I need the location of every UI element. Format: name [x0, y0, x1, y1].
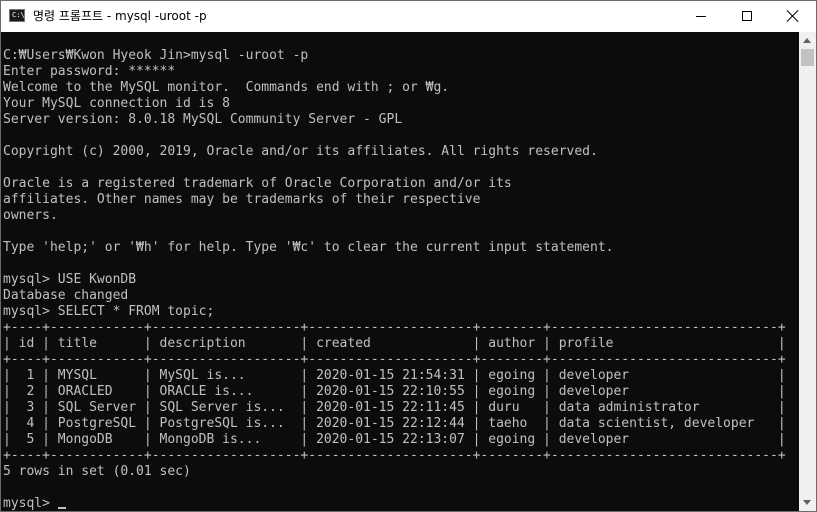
console-output-area[interactable]: C:₩Users₩Kwon Hyeok Jin>mysql -uroot -p E… [2, 32, 799, 511]
console-line: Database changed [3, 288, 129, 303]
command-prompt-icon[interactable]: C:\ [9, 9, 25, 22]
console-line: affiliates. Other names may be trademark… [3, 192, 481, 207]
maximize-icon [742, 11, 752, 21]
close-icon [786, 9, 800, 23]
table-row: | 1 | MYSQL | MySQL is... | 2020-01-15 2… [3, 368, 786, 383]
prompt-line[interactable]: mysql> [3, 496, 786, 511]
window-title: 명령 프롬프트 - mysql -uroot -p [33, 9, 207, 23]
console-line: Type 'help;' or '₩h' for help. Type '₩c'… [3, 240, 614, 255]
console-line: C:₩Users₩Kwon Hyeok Jin>mysql -uroot -p [3, 48, 309, 63]
console-line: 5 rows in set (0.01 sec) [3, 464, 191, 479]
minimize-button[interactable] [678, 1, 724, 32]
console-text: C:₩Users₩Kwon Hyeok Jin>mysql -uroot -p E… [3, 48, 786, 511]
minimize-icon [696, 16, 706, 17]
scroll-up-arrow-icon[interactable] [799, 32, 816, 49]
table-header-row: | id | title | description | created | a… [3, 336, 786, 351]
table-border-line: +----+------------+-------------------+-… [3, 448, 786, 463]
console-line: Oracle is a registered trademark of Orac… [3, 176, 512, 191]
console-line: Enter password: ****** [3, 64, 176, 79]
console-line: mysql> USE KwonDB [3, 272, 137, 287]
table-row: | 5 | MongoDB | MongoDB is... | 2020-01-… [3, 432, 786, 447]
console-line: Server version: 8.0.18 MySQL Community S… [3, 112, 403, 127]
table-row: | 3 | SQL Server | SQL Server is... | 20… [3, 400, 786, 415]
console-line: Copyright (c) 2000, 2019, Oracle and/or … [3, 144, 598, 159]
vertical-scrollbar[interactable] [799, 32, 816, 511]
maximize-button[interactable] [724, 1, 770, 32]
title-bar[interactable]: C:\ 명령 프롬프트 - mysql -uroot -p [1, 1, 816, 32]
console-line: Your MySQL connection id is 8 [3, 96, 230, 111]
command-prompt-window[interactable]: C:\ 명령 프롬프트 - mysql -uroot -p C:₩Users₩K… [0, 0, 817, 512]
table-row: | 4 | PostgreSQL | PostgreSQL is... | 20… [3, 416, 786, 431]
table-row: | 2 | ORACLED | ORACLE is... | 2020-01-1… [3, 384, 786, 399]
scrollbar-thumb[interactable] [801, 49, 814, 66]
table-border-line: +----+------------+-------------------+-… [3, 352, 786, 367]
icon-label: C:\ [12, 11, 25, 19]
scroll-down-arrow-icon[interactable] [799, 494, 816, 511]
table-border-line: +----+------------+-------------------+-… [3, 320, 786, 335]
console-line: owners. [3, 208, 58, 223]
console-line: mysql> SELECT * FROM topic; [3, 304, 215, 319]
text-cursor [57, 507, 66, 509]
close-button[interactable] [770, 1, 816, 32]
prompt-text: mysql> [3, 496, 58, 511]
console-line: Welcome to the MySQL monitor. Commands e… [3, 80, 450, 95]
